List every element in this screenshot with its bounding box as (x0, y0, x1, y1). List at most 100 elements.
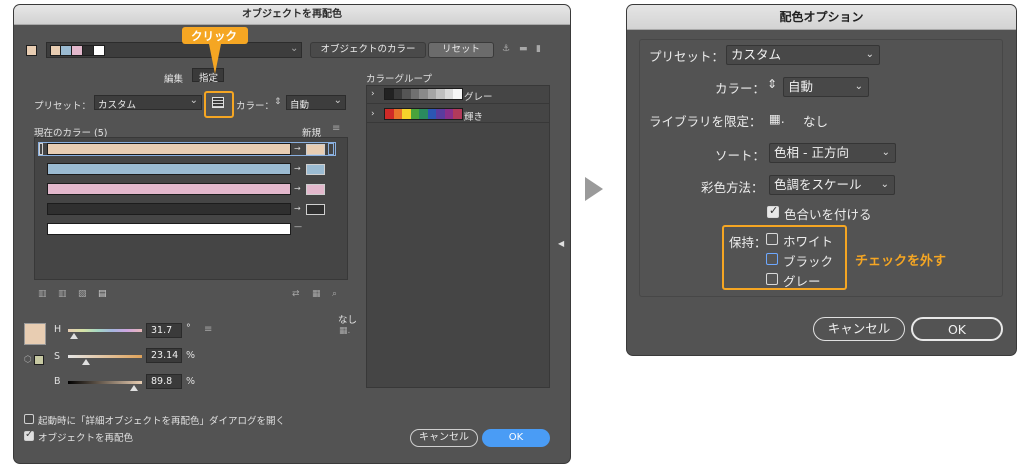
chevron-down-icon[interactable]: ⌄ (290, 43, 298, 54)
s-unit: % (186, 350, 196, 361)
new-row-icon[interactable]: ▤ (98, 289, 107, 299)
separate-colors-icon[interactable]: ▥ (58, 289, 67, 299)
group-swatch[interactable] (410, 89, 419, 99)
group-swatch[interactable] (427, 109, 436, 119)
exclude-colors-icon[interactable]: ▧ (78, 289, 87, 299)
b-slider-thumb[interactable] (130, 385, 138, 391)
cancel-button[interactable]: キャンセル (410, 429, 478, 447)
chevron-down-icon: ⌄ (880, 179, 889, 190)
library-icon[interactable]: ▦. (339, 326, 350, 336)
arrow-right-icon[interactable]: → (294, 204, 301, 213)
color-count-label: カラー： (236, 101, 275, 112)
ok-button[interactable]: OK (482, 429, 550, 447)
current-color-bar-4[interactable] (47, 203, 291, 215)
group-swatch[interactable] (419, 89, 428, 99)
recolor-art-label: オブジェクトを再配色 (38, 433, 134, 444)
group-swatch[interactable] (385, 109, 394, 119)
color-dropdown[interactable]: 自動 ⌄ (783, 77, 869, 97)
library-icon[interactable]: ▦. (769, 111, 785, 126)
new-color-3[interactable] (306, 184, 325, 195)
s-value-field[interactable]: 23.14 (146, 348, 182, 363)
chevron-down-icon: ⌄ (881, 147, 890, 158)
coloring-method-dropdown[interactable]: 色調をスケール ⌄ (769, 175, 895, 195)
s-slider-thumb[interactable] (82, 359, 90, 365)
save-color-group-icon[interactable]: ⚓ (502, 44, 510, 54)
preset-dropdown[interactable]: カスタム ⌄ (726, 45, 880, 65)
stepper-icon[interactable]: ⇕ (767, 77, 777, 91)
stepper-icon[interactable]: ⇕ (274, 97, 282, 107)
current-color-bar-3[interactable] (47, 183, 291, 195)
randomize-saturation-icon[interactable]: ▦ (312, 289, 321, 299)
collapse-arrow-icon[interactable]: ◀ (558, 239, 564, 248)
b-slider[interactable] (68, 381, 142, 384)
keep-grey-checkbox[interactable] (766, 273, 778, 285)
randomize-order-icon[interactable]: ⇄ (292, 289, 300, 299)
b-value-field[interactable]: 89.8 (146, 374, 182, 389)
group-swatch[interactable] (453, 89, 462, 99)
chevron-right-icon[interactable]: › (371, 109, 375, 119)
group-swatch[interactable] (453, 109, 462, 119)
tint-checkbox[interactable] (767, 204, 779, 218)
h-value-field[interactable]: 31.7 (146, 323, 182, 338)
group-swatch[interactable] (444, 109, 453, 119)
group-swatch[interactable] (393, 109, 402, 119)
out-of-gamut-swatch[interactable] (34, 355, 44, 365)
folder-icon[interactable]: ▬ (519, 44, 528, 54)
group-swatch[interactable] (402, 89, 411, 99)
new-color-2[interactable] (306, 164, 325, 175)
click-callout: クリック (182, 27, 248, 44)
merge-colors-icon[interactable]: ▥ (38, 289, 47, 299)
group-swatch[interactable] (385, 89, 394, 99)
arrow-right-icon[interactable]: → (294, 184, 301, 193)
current-color-bar-1[interactable] (47, 143, 291, 155)
strip-swatch-2 (61, 45, 72, 56)
preset-dropdown[interactable]: カスタム ⌄ (94, 95, 202, 111)
recolor-art-checkbox[interactable] (24, 429, 34, 441)
arrow-right-icon[interactable]: → (294, 164, 301, 173)
click-callout-label: クリック (191, 29, 237, 43)
color-count-dropdown[interactable]: 自動 ⌄ (286, 95, 346, 111)
group-swatch[interactable] (419, 109, 428, 119)
callout-pointer (209, 44, 221, 74)
selected-swatch[interactable] (26, 45, 37, 56)
group-swatch[interactable] (436, 109, 445, 119)
new-color-4[interactable] (306, 204, 325, 215)
group-swatch[interactable] (436, 89, 445, 99)
preset-value: カスタム (98, 100, 137, 111)
h-slider-thumb[interactable] (70, 333, 78, 339)
find-color-icon[interactable]: ⌕ (332, 289, 337, 299)
group-swatch[interactable] (410, 109, 419, 119)
color-value: 自動 (788, 79, 814, 94)
row-handle[interactable] (39, 143, 43, 155)
b-label: B (54, 376, 61, 387)
new-color-scroll-handle[interactable] (328, 143, 334, 155)
group-swatch[interactable] (402, 109, 411, 119)
s-slider[interactable] (68, 355, 142, 358)
object-colors-button[interactable]: オブジェクトのカラー (310, 42, 426, 58)
keep-white-checkbox[interactable] (766, 233, 778, 245)
menu-icon[interactable]: ≡ (204, 324, 212, 335)
h-slider[interactable] (68, 329, 142, 332)
new-color-1[interactable] (306, 144, 325, 155)
menu-icon[interactable]: ≡ (332, 123, 340, 134)
ok-button[interactable]: OK (911, 317, 1003, 341)
keep-label: 保持： (729, 235, 767, 250)
open-advanced-checkbox[interactable] (24, 414, 34, 424)
current-color-bar-2[interactable] (47, 163, 291, 175)
strip-swatch-4 (83, 45, 94, 56)
keep-black-checkbox[interactable] (766, 253, 778, 265)
sort-dropdown[interactable]: 色相 - 正方向 ⌄ (769, 143, 896, 163)
chevron-down-icon: ⌄ (333, 95, 342, 106)
group-swatch[interactable] (444, 89, 453, 99)
open-advanced-label: 起動時に「詳細オブジェクトを再配色」ダイアログを開く (38, 416, 286, 427)
trash-icon[interactable]: ▮ (536, 44, 541, 54)
chevron-right-icon[interactable]: › (371, 89, 375, 99)
cancel-button[interactable]: キャンセル (813, 317, 905, 341)
current-color-bar-5[interactable] (47, 223, 291, 235)
tab-edit[interactable]: 編集 (164, 71, 183, 85)
group-swatch[interactable] (393, 89, 402, 99)
arrow-right-icon[interactable]: → (294, 144, 301, 153)
group-swatch[interactable] (427, 89, 436, 99)
chevron-down-icon: ⌄ (854, 81, 863, 92)
reset-button[interactable]: リセット (428, 42, 494, 58)
